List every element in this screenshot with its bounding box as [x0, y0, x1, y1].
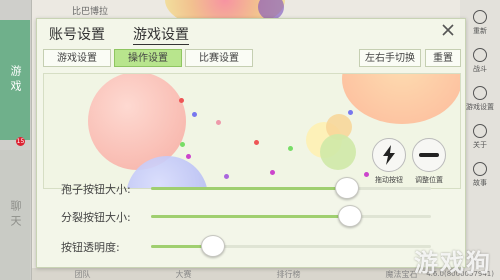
- bottom-nav-item[interactable]: 魔法宝石: [386, 269, 418, 280]
- reset-button[interactable]: 重置: [425, 49, 461, 67]
- slider-button-opacity: 按钮透明度:: [61, 235, 441, 257]
- subtab-control-settings[interactable]: 操作设置: [114, 49, 182, 67]
- close-button[interactable]: [439, 22, 457, 40]
- right-item-label: 游戏设置: [466, 103, 494, 111]
- preview-pellet: [180, 142, 185, 147]
- subtab-game-settings[interactable]: 游戏设置: [43, 49, 111, 67]
- right-item-refresh[interactable]: 重新: [462, 10, 498, 36]
- preview-pellet: [288, 146, 293, 151]
- slider-label: 按钮透明度:: [61, 241, 120, 254]
- preview-pellet: [348, 110, 353, 115]
- slider-track[interactable]: [151, 245, 431, 248]
- right-item-settings[interactable]: 游戏设置: [462, 86, 498, 112]
- right-sidebar: 重新 战斗 游戏设置 关于 故事: [460, 0, 500, 280]
- eject-button-preview[interactable]: [372, 138, 406, 172]
- right-item-label: 重新: [473, 27, 487, 35]
- preview-pellet: [179, 98, 184, 103]
- control-preview: 拖动按钮 调整位置: [43, 73, 461, 189]
- slider-thumb[interactable]: [337, 205, 362, 227]
- right-item-battle[interactable]: 战斗: [462, 48, 498, 74]
- split-button-preview[interactable]: [412, 138, 446, 172]
- watermark: 游戏狗: [414, 249, 492, 277]
- slider-label: 分裂按钮大小:: [61, 211, 131, 224]
- preview-pellet: [270, 170, 275, 175]
- bottom-nav-item[interactable]: 团队: [75, 269, 91, 280]
- username: 比巴博拉: [72, 7, 109, 17]
- preview-pellet: [186, 154, 191, 159]
- preview-cell: [342, 74, 460, 124]
- background-decoration: [258, 0, 284, 20]
- slider-label: 孢子按钮大小:: [61, 183, 131, 196]
- right-item-label: 关于: [473, 141, 487, 149]
- notification-badge: 15: [16, 137, 25, 146]
- bottom-nav-item[interactable]: 大赛: [176, 269, 192, 280]
- lightning-icon: [383, 145, 395, 165]
- tab-account-settings[interactable]: 账号设置: [49, 24, 105, 44]
- slider-fill: [151, 215, 350, 218]
- bottom-nav-item[interactable]: 排行榜: [277, 269, 301, 280]
- preview-pellet: [216, 120, 221, 125]
- slider-track[interactable]: [151, 215, 431, 218]
- slider-thumb[interactable]: [335, 177, 359, 199]
- minus-icon: [419, 153, 439, 157]
- gear-icon: [473, 86, 487, 100]
- refresh-icon: [473, 10, 487, 24]
- preview-cell: [320, 134, 356, 170]
- left-tab-game[interactable]: 游戏: [0, 20, 30, 140]
- left-tab-chat[interactable]: 聊天: [0, 150, 30, 280]
- close-icon: [442, 24, 454, 36]
- slider-thumb[interactable]: [200, 235, 225, 257]
- info-icon: [473, 124, 487, 138]
- bottom-nav: 团队 大赛 排行榜 魔法宝石: [32, 268, 460, 280]
- subtab-match-settings[interactable]: 比赛设置: [185, 49, 253, 67]
- right-item-story[interactable]: 故事: [462, 162, 498, 188]
- book-icon: [473, 162, 487, 176]
- slider-fill: [151, 187, 347, 190]
- right-item-label: 战斗: [473, 65, 487, 73]
- dialog-header: 账号设置 游戏设置: [37, 19, 465, 47]
- slider-track[interactable]: [151, 187, 431, 190]
- slider-split-size: 分裂按钮大小:: [61, 205, 441, 227]
- sword-icon: [473, 48, 487, 62]
- right-item-about[interactable]: 关于: [462, 124, 498, 150]
- settings-dialog: 账号设置 游戏设置 游戏设置 操作设置 比赛设置 左右手切换 重置 拖动按钮 调…: [36, 18, 466, 268]
- left-sidebar: 游戏 15 聊天: [0, 0, 32, 280]
- switch-hands-button[interactable]: 左右手切换: [359, 49, 421, 67]
- tab-game-settings[interactable]: 游戏设置: [133, 24, 189, 45]
- slider-spore-size: 孢子按钮大小:: [61, 177, 441, 199]
- preview-pellet: [254, 140, 259, 145]
- preview-pellet: [192, 112, 197, 117]
- right-item-label: 故事: [473, 179, 487, 187]
